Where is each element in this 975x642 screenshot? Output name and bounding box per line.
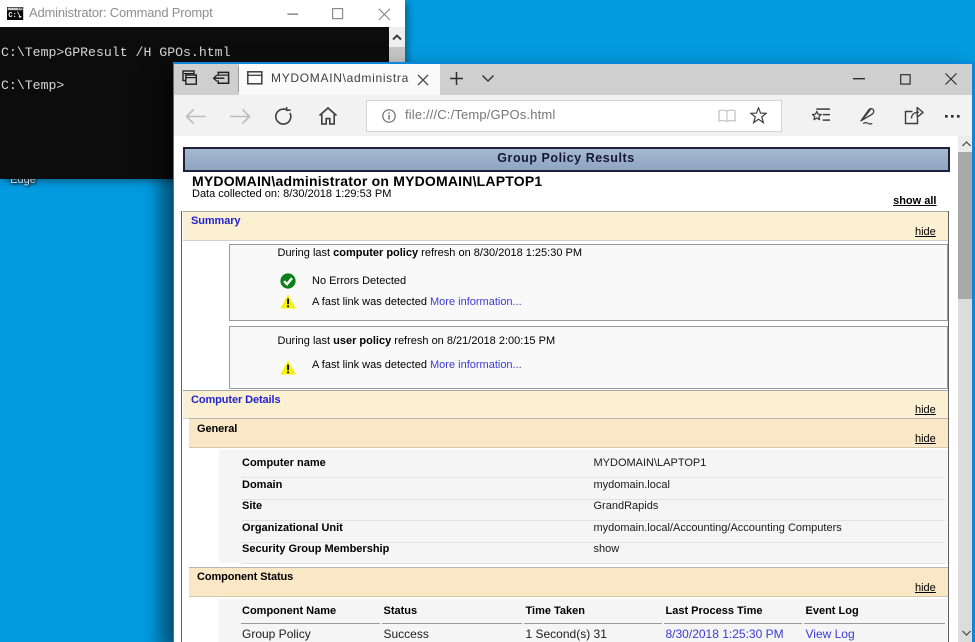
- svg-text:C:\: C:\: [8, 11, 21, 19]
